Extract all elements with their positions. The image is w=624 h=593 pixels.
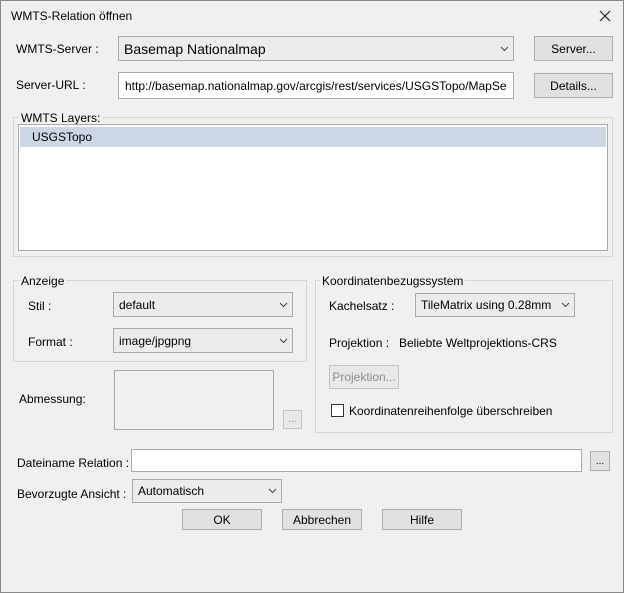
window-title: WMTS-Relation öffnen — [11, 9, 133, 23]
cancel-button[interactable]: Abbrechen — [282, 509, 362, 530]
server-select-value: Basemap Nationalmap — [124, 40, 266, 57]
help-button[interactable]: Hilfe — [382, 509, 462, 530]
tileset-label: Kachelsatz : — [329, 299, 395, 313]
style-select-value: default — [119, 297, 156, 312]
chevron-down-icon — [556, 302, 574, 308]
style-select[interactable]: default — [113, 292, 293, 317]
projection-label: Projektion : — [329, 336, 390, 350]
preferred-view-value: Automatisch — [138, 484, 205, 498]
server-url-field[interactable]: http://basemap.nationalmap.gov/arcgis/re… — [118, 72, 514, 99]
tileset-select-value: TileMatrix using 0.28mm — [421, 298, 552, 312]
chevron-down-icon — [274, 338, 292, 344]
close-icon — [599, 10, 611, 22]
style-label: Stil : — [28, 299, 52, 313]
url-label: Server-URL : — [16, 78, 86, 92]
preferred-view-label: Bevorzugte Ansicht : — [17, 487, 127, 501]
layers-group-title: WMTS Layers: — [19, 111, 103, 125]
server-button[interactable]: Server... — [534, 36, 613, 61]
dimension-box — [114, 370, 274, 430]
filename-field[interactable] — [131, 449, 582, 472]
coordinate-order-checkbox[interactable] — [331, 404, 344, 417]
details-button[interactable]: Details... — [534, 73, 613, 98]
server-url-value: http://basemap.nationalmap.gov/arcgis/re… — [125, 78, 507, 93]
dimension-browse-button[interactable]: ... — [283, 410, 302, 429]
display-group-title: Anzeige — [19, 274, 67, 288]
layer-item-label: USGSTopo — [32, 130, 93, 144]
chevron-down-icon — [495, 46, 513, 52]
layers-list[interactable]: USGSTopo — [18, 124, 608, 251]
title-bar: WMTS-Relation öffnen — [1, 1, 623, 31]
filename-browse-button[interactable]: ... — [590, 451, 610, 471]
format-label: Format : — [28, 335, 73, 349]
preferred-view-select[interactable]: Automatisch — [132, 479, 282, 503]
crs-group-title: Koordinatenbezugssystem — [320, 274, 466, 288]
close-button[interactable] — [595, 6, 615, 26]
list-item[interactable]: USGSTopo — [20, 127, 606, 147]
projection-value: Beliebte Weltprojektions-CRS — [399, 336, 557, 350]
server-select[interactable]: Basemap Nationalmap — [118, 36, 514, 61]
tileset-select[interactable]: TileMatrix using 0.28mm — [415, 293, 575, 317]
projection-button[interactable]: Projektion... — [329, 365, 399, 389]
dialog-window: WMTS-Relation öffnen WMTS-Server : Basem… — [0, 0, 624, 593]
chevron-down-icon — [274, 302, 292, 308]
coordinate-order-label: Koordinatenreihenfolge überschreiben — [349, 404, 553, 418]
ok-button[interactable]: OK — [182, 509, 262, 530]
filename-label: Dateiname Relation : — [17, 456, 130, 470]
dimension-label: Abmessung: — [19, 392, 86, 406]
format-select[interactable]: image/jpgpng — [113, 328, 293, 353]
server-label: WMTS-Server : — [16, 42, 99, 56]
chevron-down-icon — [263, 488, 281, 494]
format-select-value: image/jpgpng — [119, 333, 192, 348]
